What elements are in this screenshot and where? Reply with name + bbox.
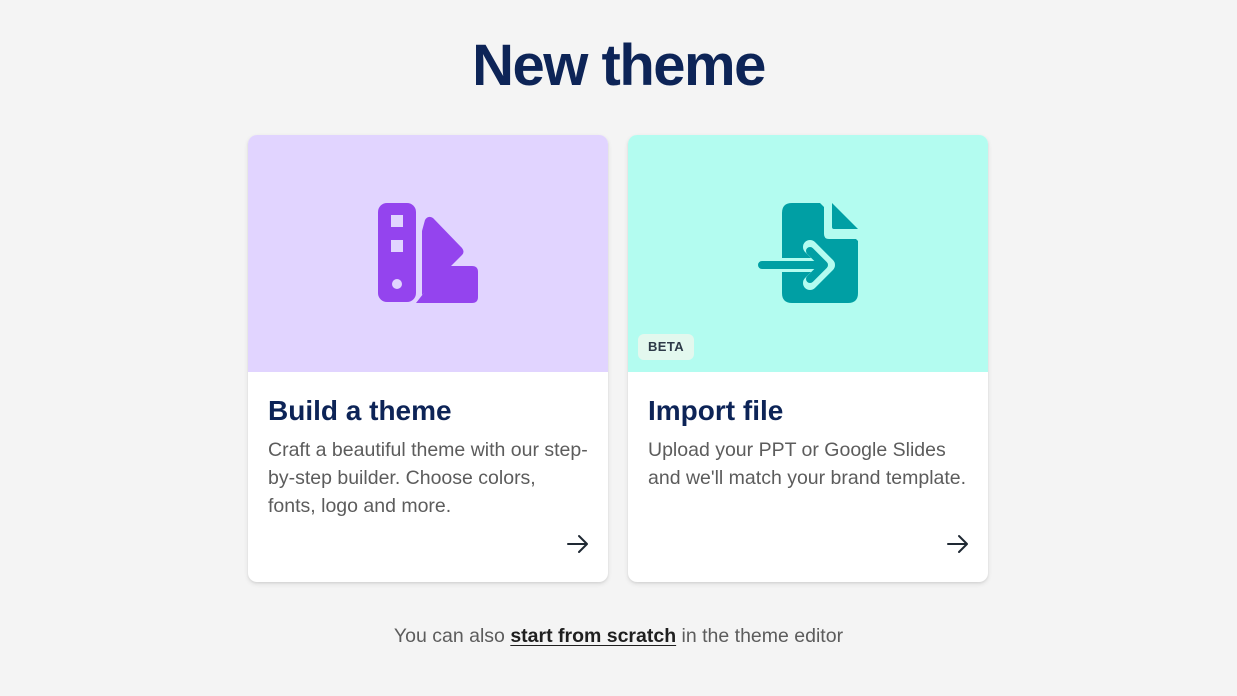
import-file-description: Upload your PPT or Google Slides and we'… — [648, 439, 967, 489]
footer-note: You can also start from scratch in the t… — [0, 622, 1237, 650]
start-from-scratch-link[interactable]: start from scratch — [510, 625, 676, 647]
build-theme-title: Build a theme — [268, 395, 452, 426]
build-theme-card-hero — [248, 135, 608, 372]
arrow-right-icon[interactable] — [566, 532, 590, 556]
import-file-title: Import file — [648, 395, 784, 426]
file-import-icon — [758, 203, 858, 303]
page-title: New theme — [472, 33, 766, 98]
build-theme-card[interactable]: Build a theme Craft a beautiful theme wi… — [248, 135, 608, 582]
footer-suffix: in the theme editor — [681, 625, 844, 647]
color-swatch-icon — [378, 203, 478, 303]
footer-prefix: You can also — [393, 625, 505, 647]
import-file-card[interactable]: BETA Import file Upload your PPT or Goog… — [628, 135, 988, 582]
beta-badge: BETA — [638, 334, 695, 360]
arrow-right-icon[interactable] — [946, 532, 970, 556]
build-theme-description: Craft a beautiful theme with our step-by… — [268, 439, 588, 517]
import-file-card-hero: BETA — [628, 135, 988, 372]
